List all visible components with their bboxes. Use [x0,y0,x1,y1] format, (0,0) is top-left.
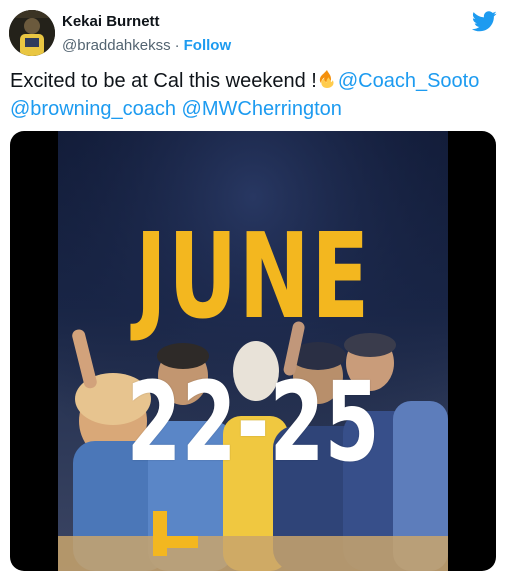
fire-icon [319,70,334,88]
mention-link[interactable]: @browning_coach [10,98,176,120]
tweet-text: Excited to be at Cal this weekend ! @Coa… [10,67,500,123]
twitter-bird-icon[interactable] [472,11,497,32]
tweet-header: Kekai Burnett @braddahkekss · Follow [0,0,508,66]
mention-link[interactable]: @MWCherrington [182,98,342,120]
avatar[interactable] [9,10,55,56]
video-media[interactable]: JUNE 22-25 [10,131,496,571]
separator-dot: · [174,37,180,54]
author-handle-line: @braddahkekss · Follow [62,37,231,54]
video-frame: JUNE 22-25 [58,131,448,571]
author-name[interactable]: Kekai Burnett [62,13,160,30]
mention-link[interactable]: @Coach_Sooto [338,70,480,92]
video-dates-text: 22-25 [126,358,380,486]
tweet-body-text: Excited to be at Cal this weekend ! [10,70,317,92]
follow-button[interactable]: Follow [184,37,232,54]
video-month-text: JUNE [135,207,371,345]
author-handle[interactable]: @braddahkekss [62,37,171,54]
crowd-image [58,131,448,571]
